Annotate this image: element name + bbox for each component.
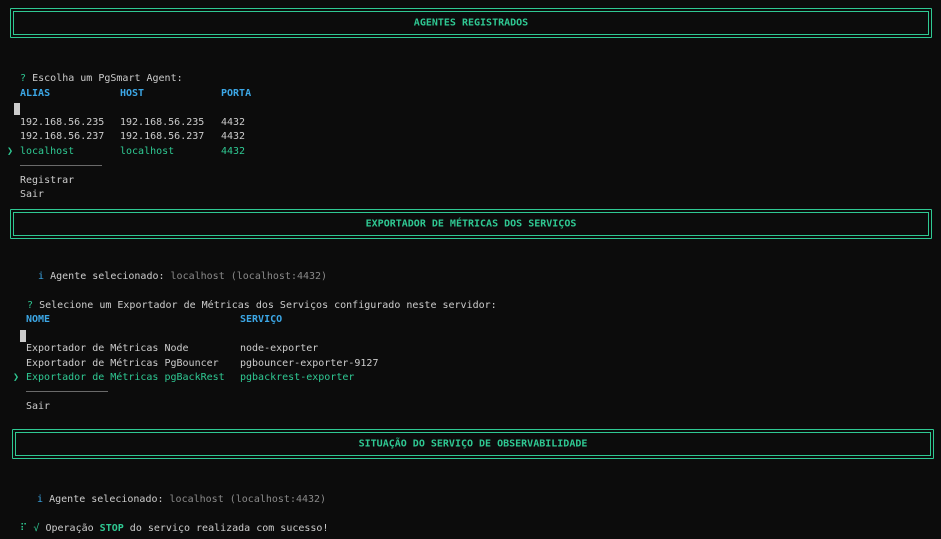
info-value: localhost (localhost:4432) (170, 271, 328, 282)
info-icon: i (37, 494, 44, 505)
exporter-servico: pgbackrest-exporter (240, 372, 355, 383)
status-text-before: Operação (45, 523, 94, 534)
check-icon: √ (33, 523, 40, 534)
pointer-icon: ❯ (13, 372, 20, 383)
prompt-text: Escolha um PgSmart Agent: (32, 73, 183, 84)
status-message: ⠏ √ Operação STOP do serviço realizada c… (8, 508, 328, 536)
agent-porta: 4432 (221, 146, 246, 157)
option-registrar[interactable]: Registrar (20, 174, 74, 188)
question-icon: ? (20, 73, 27, 84)
agent-host: 192.168.56.237 (120, 131, 205, 142)
agent-alias: 192.168.56.237 (20, 131, 105, 142)
text-cursor (20, 330, 26, 342)
prompt-selecione-exportador: ? Selecione um Exportador de Métricas do… (15, 285, 497, 313)
info-agente-selecionado: i Agente selecionado: localhost (localho… (26, 256, 327, 284)
agent-host: 192.168.56.235 (120, 117, 205, 128)
col-header-host: HOST (120, 88, 145, 99)
exporter-nome: Exportador de Métricas Node (26, 343, 189, 354)
agent-alias: 192.168.56.235 (20, 117, 105, 128)
banner-situacao-servico: SITUAÇÃO DO SERVIÇO DE OBSERVABILIDADE (12, 429, 934, 459)
option-sair[interactable]: Sair (20, 188, 44, 202)
info-icon: i (38, 271, 45, 282)
info-agente-selecionado: i Agente selecionado: localhost (localho… (25, 479, 326, 507)
info-value: localhost (localhost:4432) (169, 494, 327, 505)
banner-title: AGENTES REGISTRADOS (413, 17, 529, 29)
spinner-icon: ⠏ (20, 523, 28, 534)
exporter-nome: Exportador de Métricas PgBouncer (26, 358, 219, 369)
info-label: Agente selecionado: (50, 271, 165, 282)
prompt-escolha-agent: ? Escolha um PgSmart Agent: (8, 58, 183, 86)
prompt-text: Selecione um Exportador de Métricas dos … (39, 300, 497, 311)
agent-host: localhost (120, 146, 175, 157)
exporter-nome: Exportador de Métricas pgBackRest (26, 372, 225, 383)
exporter-servico: pgbouncer-exporter-9127 (240, 358, 379, 369)
agent-alias: localhost (20, 146, 75, 157)
banner-agentes-registrados: AGENTES REGISTRADOS (10, 8, 932, 38)
status-text-after: do serviço realizada com sucesso! (129, 523, 329, 534)
agent-porta: 4432 (221, 131, 246, 142)
text-cursor (14, 103, 20, 115)
banner-title: SITUAÇÃO DO SERVIÇO DE OBSERVABILIDADE (358, 438, 588, 450)
exporter-servico: node-exporter (240, 343, 319, 354)
separator (26, 391, 108, 392)
question-icon: ? (27, 300, 34, 311)
status-operation: STOP (99, 523, 124, 534)
col-header-porta: PORTA (221, 88, 252, 99)
col-header-nome: NOME (26, 314, 51, 325)
option-sair[interactable]: Sair (26, 400, 50, 414)
pointer-icon: ❯ (7, 146, 14, 157)
banner-title: EXPORTADOR DE MÉTRICAS DOS SERVIÇOS (365, 218, 577, 230)
banner-exportador-metricas: EXPORTADOR DE MÉTRICAS DOS SERVIÇOS (10, 209, 932, 239)
info-label: Agente selecionado: (49, 494, 164, 505)
separator (20, 165, 102, 166)
agent-porta: 4432 (221, 117, 246, 128)
col-header-alias: ALIAS (20, 88, 51, 99)
col-header-servico: SERVIÇO (240, 314, 283, 325)
